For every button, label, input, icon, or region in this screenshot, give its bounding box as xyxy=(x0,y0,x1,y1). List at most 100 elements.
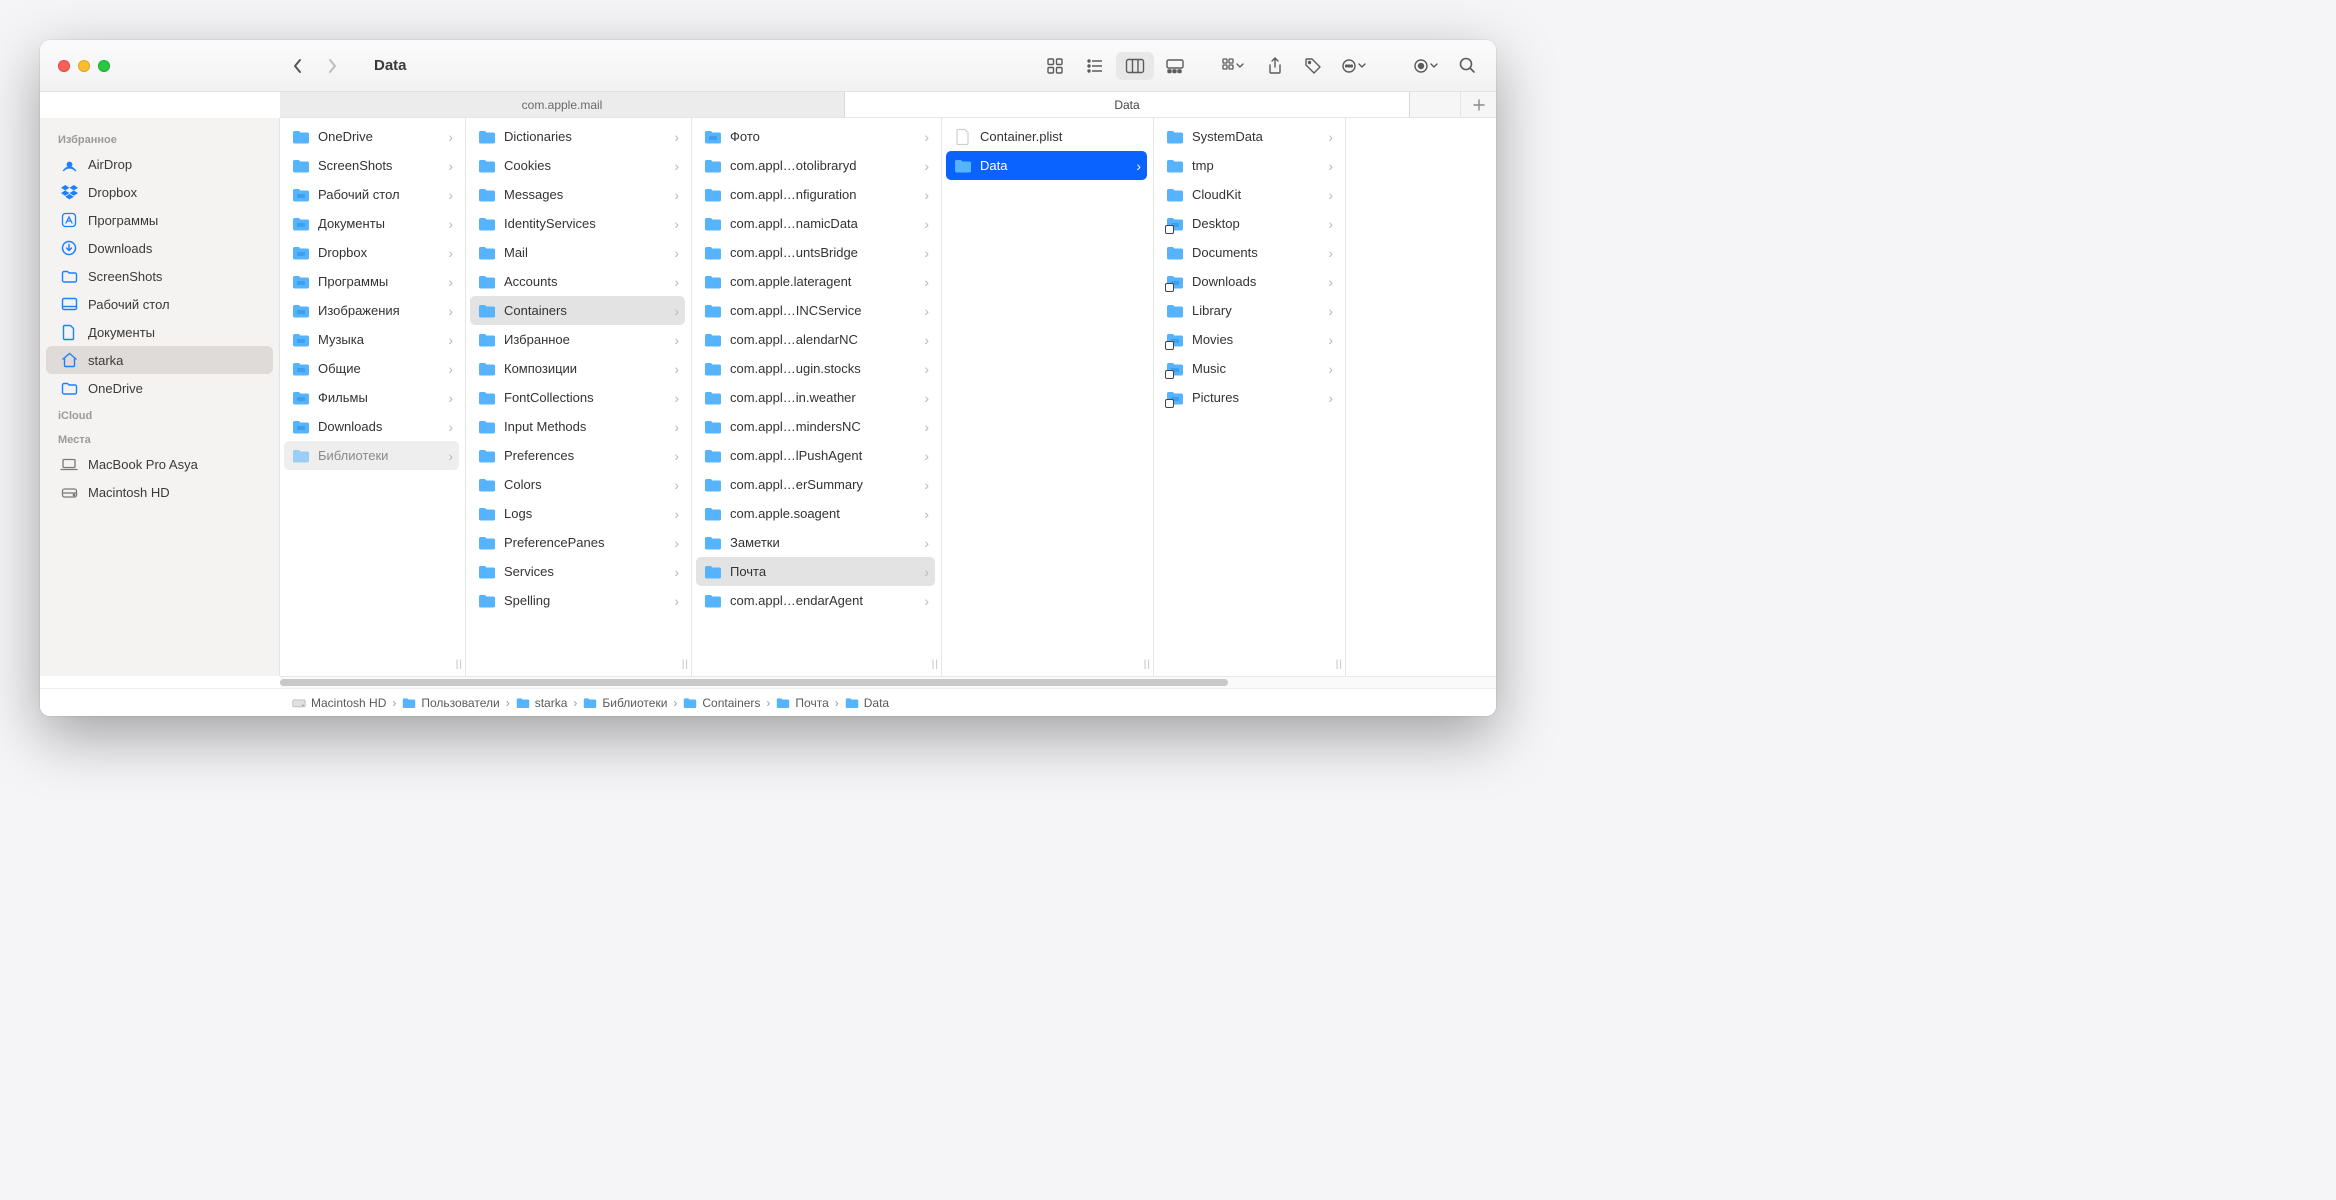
file-row[interactable]: PreferencePanes› xyxy=(470,528,685,557)
sidebar-item[interactable]: MacBook Pro Asya xyxy=(46,450,273,478)
sidebar-item[interactable]: starka xyxy=(46,346,273,374)
file-row[interactable]: Общие› xyxy=(284,354,459,383)
file-row[interactable]: FontCollections› xyxy=(470,383,685,412)
pathbar-item[interactable]: Библиотеки xyxy=(583,696,667,710)
file-row[interactable]: Preferences› xyxy=(470,441,685,470)
view-gallery-button[interactable] xyxy=(1156,52,1194,80)
file-row[interactable]: Заметки› xyxy=(696,528,935,557)
file-row[interactable]: com.appl…nfiguration› xyxy=(696,180,935,209)
pathbar-item[interactable]: starka xyxy=(516,696,568,710)
file-row[interactable]: Избранное› xyxy=(470,325,685,354)
file-row[interactable]: Dictionaries› xyxy=(470,122,685,151)
sidebar-item[interactable]: Dropbox xyxy=(46,178,273,206)
file-row[interactable]: Container.plist xyxy=(946,122,1147,151)
file-row[interactable]: Movies› xyxy=(1158,325,1339,354)
file-row[interactable]: Accounts› xyxy=(470,267,685,296)
file-row[interactable]: com.appl…untsBridge› xyxy=(696,238,935,267)
file-row[interactable]: CloudKit› xyxy=(1158,180,1339,209)
close-button[interactable] xyxy=(58,60,70,72)
sidebar-item[interactable]: ScreenShots xyxy=(46,262,273,290)
file-row[interactable]: Dropbox› xyxy=(284,238,459,267)
view-columns-button[interactable] xyxy=(1116,52,1154,80)
column-resize-handle[interactable]: || xyxy=(1336,659,1343,670)
file-row[interactable]: com.appl…alendarNC› xyxy=(696,325,935,354)
file-row[interactable]: Colors› xyxy=(470,470,685,499)
file-row[interactable]: com.appl…INCService› xyxy=(696,296,935,325)
file-row[interactable]: com.appl…mindersNC› xyxy=(696,412,935,441)
tags-button[interactable] xyxy=(1294,52,1332,80)
file-row[interactable]: Фильмы› xyxy=(284,383,459,412)
sidebar-item[interactable]: AirDrop xyxy=(46,150,273,178)
file-row[interactable]: Pictures› xyxy=(1158,383,1339,412)
file-row[interactable]: IdentityServices› xyxy=(470,209,685,238)
file-row[interactable]: Downloads› xyxy=(1158,267,1339,296)
file-row[interactable]: tmp› xyxy=(1158,151,1339,180)
file-row[interactable]: Музыка› xyxy=(284,325,459,354)
file-row[interactable]: Messages› xyxy=(470,180,685,209)
file-row[interactable]: com.appl…ugin.stocks› xyxy=(696,354,935,383)
zoom-button[interactable] xyxy=(98,60,110,72)
sidebar-item[interactable]: Программы xyxy=(46,206,273,234)
file-row[interactable]: OneDrive› xyxy=(284,122,459,151)
column-resize-handle[interactable]: || xyxy=(682,659,689,670)
file-row[interactable]: com.appl…endarAgent› xyxy=(696,586,935,615)
file-row[interactable]: Фото› xyxy=(696,122,935,151)
minimize-button[interactable] xyxy=(78,60,90,72)
pathbar-item[interactable]: Пользователи xyxy=(402,696,499,710)
file-row[interactable]: Композиции› xyxy=(470,354,685,383)
sidebar-item[interactable]: OneDrive xyxy=(46,374,273,402)
file-row[interactable]: Downloads› xyxy=(284,412,459,441)
share-button[interactable] xyxy=(1256,52,1294,80)
file-row[interactable]: com.appl…erSummary› xyxy=(696,470,935,499)
file-row[interactable]: Документы› xyxy=(284,209,459,238)
file-row[interactable]: com.appl…otolibraryd› xyxy=(696,151,935,180)
file-row[interactable]: com.apple.soagent› xyxy=(696,499,935,528)
file-row[interactable]: Library› xyxy=(1158,296,1339,325)
view-icons-button[interactable] xyxy=(1036,52,1074,80)
column-resize-handle[interactable]: || xyxy=(456,659,463,670)
file-row[interactable]: Библиотеки› xyxy=(284,441,459,470)
file-row[interactable]: com.appl…in.weather› xyxy=(696,383,935,412)
sidebar-item[interactable]: Документы xyxy=(46,318,273,346)
file-row[interactable]: Cookies› xyxy=(470,151,685,180)
pathbar-item[interactable]: Data xyxy=(845,696,889,710)
file-row[interactable]: com.appl…namicData› xyxy=(696,209,935,238)
file-row[interactable]: Documents› xyxy=(1158,238,1339,267)
horizontal-scrollbar[interactable] xyxy=(280,676,1496,688)
search-button[interactable] xyxy=(1448,52,1486,80)
tab[interactable]: Data xyxy=(845,92,1410,117)
column-resize-handle[interactable]: || xyxy=(1144,659,1151,670)
file-row[interactable]: Data› xyxy=(946,151,1147,180)
file-row[interactable]: com.apple.lateragent› xyxy=(696,267,935,296)
back-button[interactable] xyxy=(292,57,314,75)
tab[interactable]: com.apple.mail xyxy=(280,92,845,117)
column-resize-handle[interactable]: || xyxy=(932,659,939,670)
file-row[interactable]: com.appl…lPushAgent› xyxy=(696,441,935,470)
view-list-button[interactable] xyxy=(1076,52,1114,80)
file-row[interactable]: Services› xyxy=(470,557,685,586)
file-row[interactable]: Mail› xyxy=(470,238,685,267)
file-row[interactable]: Рабочий стол› xyxy=(284,180,459,209)
forward-button[interactable] xyxy=(326,57,348,75)
file-row[interactable]: Logs› xyxy=(470,499,685,528)
file-row[interactable]: Input Methods› xyxy=(470,412,685,441)
file-row[interactable]: Music› xyxy=(1158,354,1339,383)
file-row[interactable]: Изображения› xyxy=(284,296,459,325)
sidebar-item[interactable]: Downloads xyxy=(46,234,273,262)
action-menu-button[interactable] xyxy=(1332,52,1376,80)
file-row[interactable]: ScreenShots› xyxy=(284,151,459,180)
new-tab-button[interactable] xyxy=(1460,92,1496,117)
file-row[interactable]: Программы› xyxy=(284,267,459,296)
pathbar-item[interactable]: Macintosh HD xyxy=(292,696,386,710)
group-by-button[interactable] xyxy=(1212,52,1256,80)
sidebar-item[interactable]: Рабочий стол xyxy=(46,290,273,318)
pathbar-item[interactable]: Containers xyxy=(683,696,760,710)
sidebar-item[interactable]: Macintosh HD xyxy=(46,478,273,506)
file-row[interactable]: SystemData› xyxy=(1158,122,1339,151)
file-row[interactable]: Desktop› xyxy=(1158,209,1339,238)
file-row[interactable]: Почта› xyxy=(696,557,935,586)
preview-options-button[interactable] xyxy=(1404,52,1448,80)
file-row[interactable]: Spelling› xyxy=(470,586,685,615)
pathbar-item[interactable]: Почта xyxy=(776,696,828,710)
file-row[interactable]: Containers› xyxy=(470,296,685,325)
